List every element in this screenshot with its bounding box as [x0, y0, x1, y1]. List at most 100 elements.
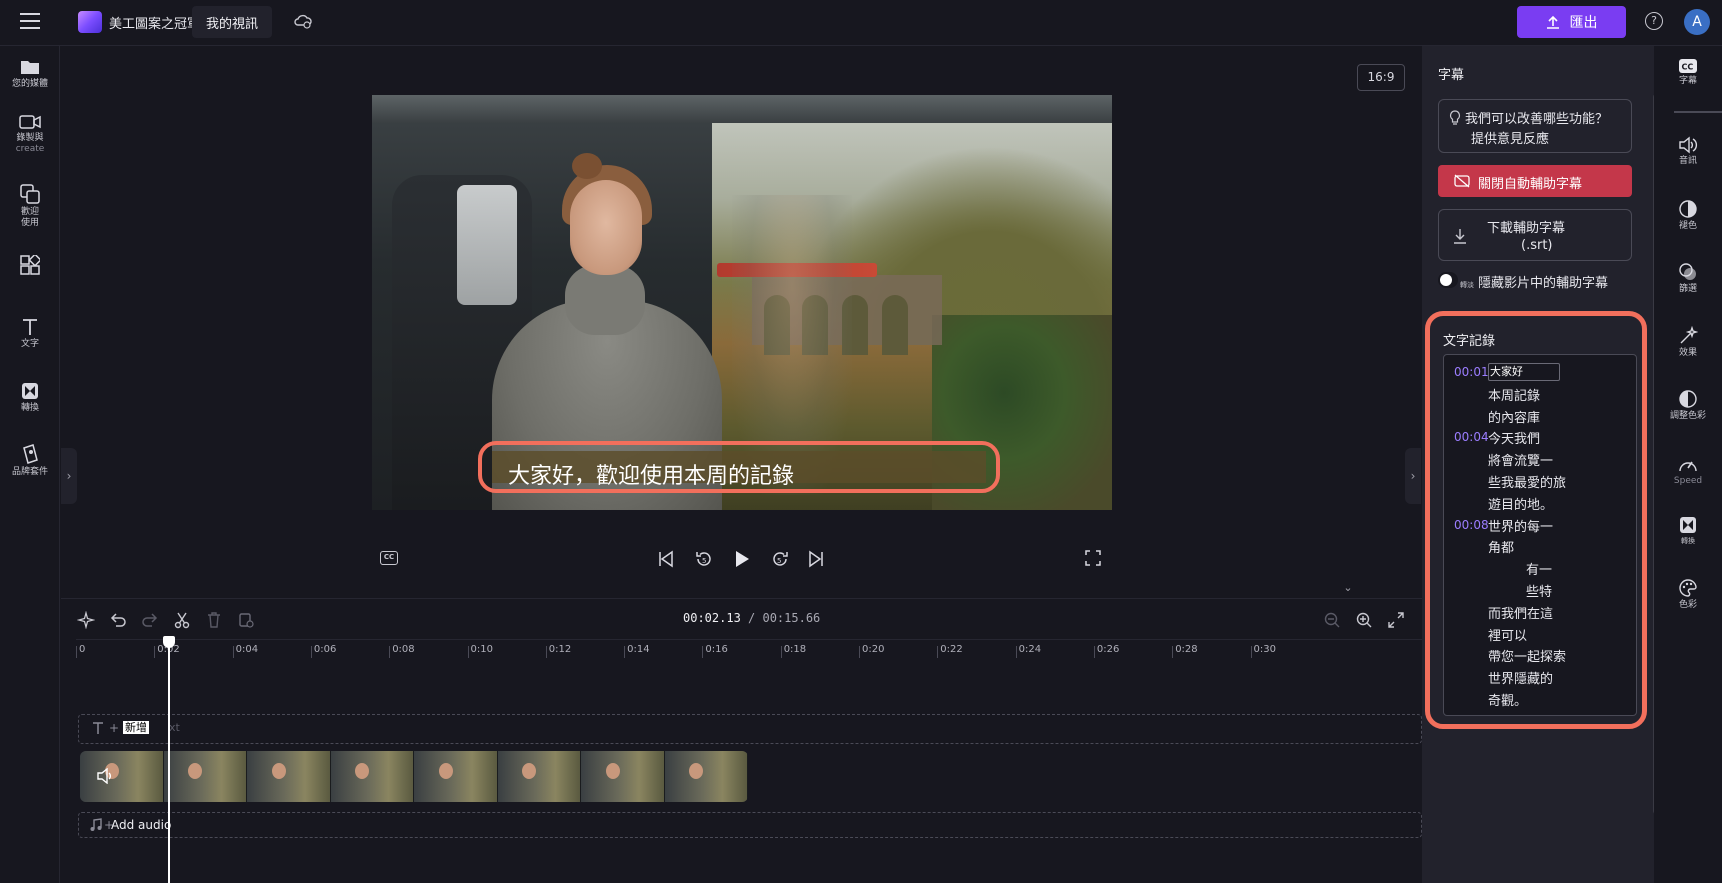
captions-toggle-button[interactable]: CC: [380, 551, 398, 565]
text-track-hint: xt: [169, 721, 180, 734]
transition-icon: [1680, 517, 1696, 533]
transcript-line[interactable]: 裡可以: [1488, 625, 1527, 644]
fade-icon: [1679, 200, 1697, 218]
rewind-5-icon[interactable]: 5: [694, 549, 714, 569]
chevron-down-icon[interactable]: ⌄: [1338, 582, 1358, 594]
transcript-list[interactable]: 00:01 大家好本周記錄的內容庫 00:04 今天我們將會流覽一些我最愛的旅 遊目的地…: [1443, 354, 1637, 716]
transcript-line[interactable]: 本周記錄: [1488, 385, 1540, 404]
rail-item-adjust-color[interactable]: 調整色彩: [1654, 389, 1722, 422]
feedback-button[interactable]: 我們可以改善哪些功能？ 提供意見反應: [1438, 99, 1632, 153]
rail-item-speed[interactable]: Speed: [1654, 456, 1722, 487]
transcript-timestamp[interactable]: 00:01: [1454, 365, 1489, 379]
skip-forward-icon[interactable]: [807, 549, 825, 569]
speaker-icon[interactable]: [96, 768, 114, 784]
duplicate-icon[interactable]: [237, 611, 255, 629]
sidebar-item-welcome[interactable]: 歡迎 使用: [0, 184, 60, 229]
zoom-in-icon[interactable]: [1355, 611, 1373, 629]
rail-item-color[interactable]: 色彩: [1654, 578, 1722, 611]
transcript-line[interactable]: 有一: [1526, 559, 1552, 578]
sidebar-item-transitions[interactable]: 轉換: [0, 382, 60, 414]
hide-captions-toggle-row[interactable]: 轉淡 隱藏影片中的輔助字幕: [1438, 270, 1638, 292]
app-logo: [78, 11, 102, 33]
text-icon: [23, 319, 37, 335]
video-woman-neck: [565, 265, 645, 335]
rail-item-audio[interactable]: 音訊: [1654, 136, 1722, 167]
export-button[interactable]: 匯出: [1517, 6, 1626, 38]
hide-captions-toggle[interactable]: [1438, 272, 1458, 288]
fullscreen-icon[interactable]: [1085, 550, 1101, 566]
text-track[interactable]: + 新增 xt: [78, 714, 1422, 744]
sidebar-item-brand-kit[interactable]: 品牌套件: [0, 444, 60, 478]
transcript-line[interactable]: 遊目的地。: [1488, 494, 1553, 513]
fit-timeline-icon[interactable]: [1387, 611, 1405, 629]
sidebar-item-text[interactable]: 文字: [0, 318, 60, 350]
forward-5-icon[interactable]: 5: [770, 549, 790, 569]
help-icon[interactable]: ?: [1645, 12, 1663, 30]
rail-label: 調整色彩: [1669, 411, 1706, 421]
video-track-clip[interactable]: [80, 751, 748, 802]
cloud-sync-icon[interactable]: [294, 12, 312, 30]
rail-item-transition[interactable]: 轉換: [1654, 516, 1722, 547]
add-plus: +: [109, 721, 120, 735]
sidebar-item-record[interactable]: 錄製與 create: [0, 114, 60, 154]
subtitle-highlight: 大家好，歡迎使用本周的記錄: [478, 441, 1000, 493]
scissors-icon[interactable]: [173, 611, 191, 629]
project-name-field[interactable]: 我的視訊: [192, 6, 273, 38]
playhead-handle[interactable]: [163, 636, 175, 648]
video-woman-bun: [572, 153, 602, 179]
ruler-tick: 0:20: [858, 644, 885, 658]
delete-icon[interactable]: [205, 611, 223, 629]
timeline-ruler[interactable]: 00:020:040:060:080:100:120:140:160:180:2…: [75, 639, 1422, 663]
transcript-line[interactable]: 今天我們: [1488, 428, 1540, 447]
rail-item-effects[interactable]: 效果: [1654, 326, 1722, 359]
menu-icon[interactable]: [20, 13, 40, 29]
transcript-timestamp[interactable]: 00:04: [1454, 430, 1489, 444]
zoom-out-icon[interactable]: [1323, 611, 1341, 629]
rail-item-fade[interactable]: 褪色: [1654, 199, 1722, 232]
speaker-icon: [1679, 136, 1698, 154]
transcript-line[interactable]: 角都: [1488, 537, 1514, 556]
transcript-line-selected[interactable]: 大家好: [1488, 363, 1560, 381]
disable-auto-captions-label: 關閉自動輔助字幕: [1478, 177, 1583, 192]
transcript-line[interactable]: 些特: [1526, 581, 1552, 600]
transcript-timestamp[interactable]: 00:08: [1454, 518, 1489, 532]
rail-item-filters[interactable]: 篩選: [1654, 262, 1722, 295]
ruler-tick: 0:26: [1093, 644, 1120, 658]
undo-icon[interactable]: [109, 611, 127, 629]
sidebar-item-label: 歡迎 使用: [20, 207, 39, 228]
transcript-line[interactable]: 而我們在這: [1488, 603, 1553, 622]
rail-item-captions[interactable]: CC 字幕: [1654, 58, 1722, 87]
play-icon[interactable]: [733, 549, 751, 569]
sidebar-item-content[interactable]: [0, 255, 60, 275]
transcript-line[interactable]: 的內容庫: [1488, 407, 1540, 426]
magic-wand-icon: [1680, 326, 1698, 344]
svg-text:CC: CC: [1682, 63, 1694, 72]
music-note-icon: [90, 818, 102, 831]
audio-track-label: Add audio: [111, 818, 172, 832]
hide-captions-label: 隱藏影片中的輔助字幕: [1478, 276, 1609, 291]
transcript-line[interactable]: 帶您一起探索: [1488, 646, 1566, 665]
feedback-line1: 我們可以改善哪些功能？: [1465, 112, 1609, 127]
video-thumbnail: [664, 751, 748, 802]
text-track-label: 新增: [123, 721, 149, 734]
sidebar-item-media[interactable]: 您的媒體: [0, 58, 60, 90]
disable-auto-captions-button[interactable]: 關閉自動輔助字幕: [1438, 165, 1632, 197]
magic-icon[interactable]: [77, 611, 95, 629]
transcript-line[interactable]: 將會流覽一: [1488, 450, 1553, 469]
aspect-ratio-button[interactable]: 16:9: [1357, 64, 1405, 91]
collapse-right-panel-button[interactable]: ›: [1405, 448, 1421, 504]
rail-label: 字幕: [1678, 76, 1697, 86]
rail-label: 篩選: [1678, 284, 1697, 294]
playhead[interactable]: [168, 636, 170, 883]
skip-back-icon[interactable]: [657, 549, 675, 569]
collapse-left-panel-button[interactable]: ›: [61, 448, 77, 504]
download-captions-button[interactable]: 下載輔助字幕 (.srt): [1438, 209, 1632, 261]
avatar[interactable]: A: [1684, 9, 1710, 35]
sidebar-item-label: 錄製與: [16, 133, 44, 143]
transcript-line[interactable]: 奇觀。: [1488, 690, 1527, 709]
transcript-line[interactable]: 世界隱藏的: [1488, 668, 1553, 687]
transcript-line[interactable]: 世界的每一: [1488, 516, 1553, 535]
transcript-line[interactable]: 些我最愛的旅: [1488, 472, 1566, 491]
redo-icon[interactable]: [141, 611, 159, 629]
audio-track[interactable]: + Add audio: [78, 812, 1422, 838]
